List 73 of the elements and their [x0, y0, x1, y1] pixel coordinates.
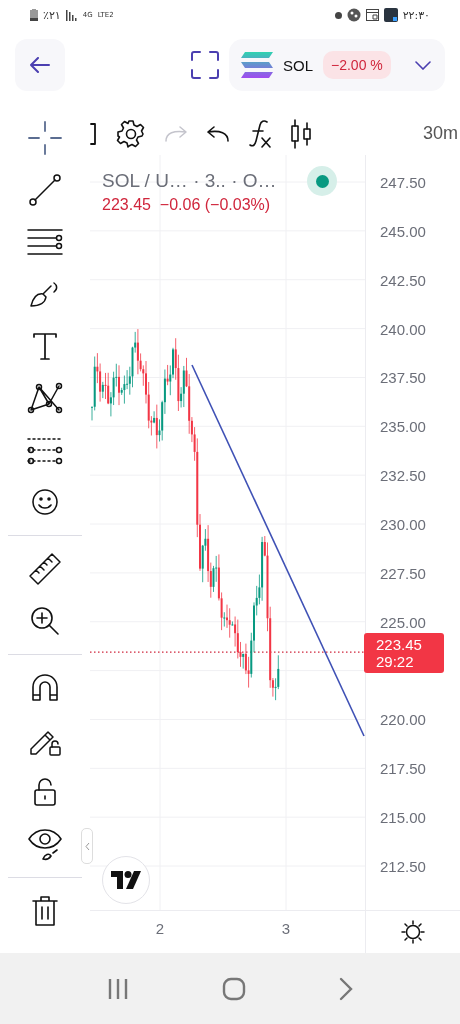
- fullscreen-icon[interactable]: [191, 51, 219, 79]
- price-tick: 245.00: [380, 222, 426, 240]
- redo-icon: [164, 124, 188, 143]
- price-tick: 242.50: [380, 271, 426, 289]
- price-tick: 212.50: [380, 858, 426, 876]
- undo-icon: [206, 124, 230, 143]
- chevron-right-icon: [339, 976, 354, 1001]
- bracket-icon: [90, 121, 98, 146]
- change-badge: −2.00 %: [323, 51, 391, 79]
- app-icon: [383, 8, 398, 22]
- time-tick: 3: [281, 920, 291, 938]
- back-arrow-icon: [30, 57, 50, 73]
- unlock-icon: [32, 777, 58, 807]
- battery-icon: [30, 9, 38, 21]
- price-tick: 230.00: [380, 516, 426, 533]
- price-tick: 215.00: [380, 809, 426, 827]
- chevron-down-icon: [415, 60, 431, 70]
- symbol-selector[interactable]: SOL −2.00 %: [229, 39, 445, 91]
- crosshair-icon: [28, 121, 62, 155]
- text-icon: [32, 331, 58, 361]
- coin-logo-icon: [241, 52, 273, 78]
- toolbar-button[interactable]: [248, 118, 272, 149]
- brightness-icon[interactable]: [401, 920, 425, 945]
- eye-icon: [27, 827, 63, 861]
- app-icon: [346, 8, 361, 22]
- trend-line-icon: [28, 173, 62, 207]
- chevron-left-icon: [84, 841, 90, 851]
- dot-icon: [334, 11, 342, 19]
- fib-levels-icon: [27, 435, 63, 465]
- price-tick: 235.00: [380, 418, 426, 436]
- toolbar-button[interactable]: [290, 118, 312, 149]
- price-tick: 227.50: [380, 564, 426, 582]
- zoom-in-icon: [29, 605, 61, 637]
- price-quote: 223.45 −0.06 (−0.03%): [102, 196, 272, 215]
- toolbar-button[interactable]: [116, 118, 146, 149]
- smiley-icon: [31, 488, 59, 516]
- calendar-icon: [365, 9, 379, 21]
- signal-icon: [65, 9, 78, 21]
- ruler-icon: [28, 552, 62, 586]
- current-price: 223.45: [376, 635, 423, 653]
- candles-icon: [290, 118, 312, 149]
- price-tick: 240.00: [380, 320, 426, 338]
- home-button[interactable]: [222, 976, 246, 1001]
- battery-level: ٪۲۱: [43, 8, 61, 22]
- logo-button[interactable]: [102, 856, 150, 905]
- back-nav-button[interactable]: [339, 976, 354, 1001]
- recent-apps-icon: [106, 977, 129, 1000]
- toolbar-button[interactable]: [206, 124, 230, 143]
- price-tick: 217.50: [380, 760, 426, 778]
- price-tick: 225.00: [380, 613, 426, 631]
- symbol-legend[interactable]: SOL / U… · 3.. · O…: [102, 170, 277, 193]
- function-icon: [248, 118, 272, 149]
- symbol-name: SOL: [283, 56, 313, 74]
- trash-icon: [32, 895, 58, 927]
- clock: ۲۲:۳۰: [402, 8, 430, 22]
- logo-icon: [111, 871, 141, 890]
- price-tick: 247.50: [380, 174, 426, 191]
- price-tick: 232.50: [380, 467, 426, 485]
- pattern-icon: [27, 382, 63, 414]
- trend-line[interactable]: [191, 364, 365, 738]
- toolbar-button[interactable]: [90, 121, 98, 146]
- time-tick: 2: [155, 920, 165, 938]
- magnet-icon: [30, 673, 60, 703]
- market-status-icon: [307, 166, 337, 197]
- candle-countdown: 29:22: [376, 652, 415, 670]
- home-icon: [222, 976, 246, 1001]
- price-tick: 220.00: [380, 711, 426, 729]
- recent-apps-button[interactable]: [106, 977, 129, 1000]
- horizontal-lines-icon: [27, 227, 63, 257]
- back-button[interactable]: [15, 39, 65, 91]
- price-tick: 237.50: [380, 369, 426, 387]
- settings-icon: [116, 118, 146, 149]
- timeframe-button[interactable]: 30m: [423, 123, 458, 145]
